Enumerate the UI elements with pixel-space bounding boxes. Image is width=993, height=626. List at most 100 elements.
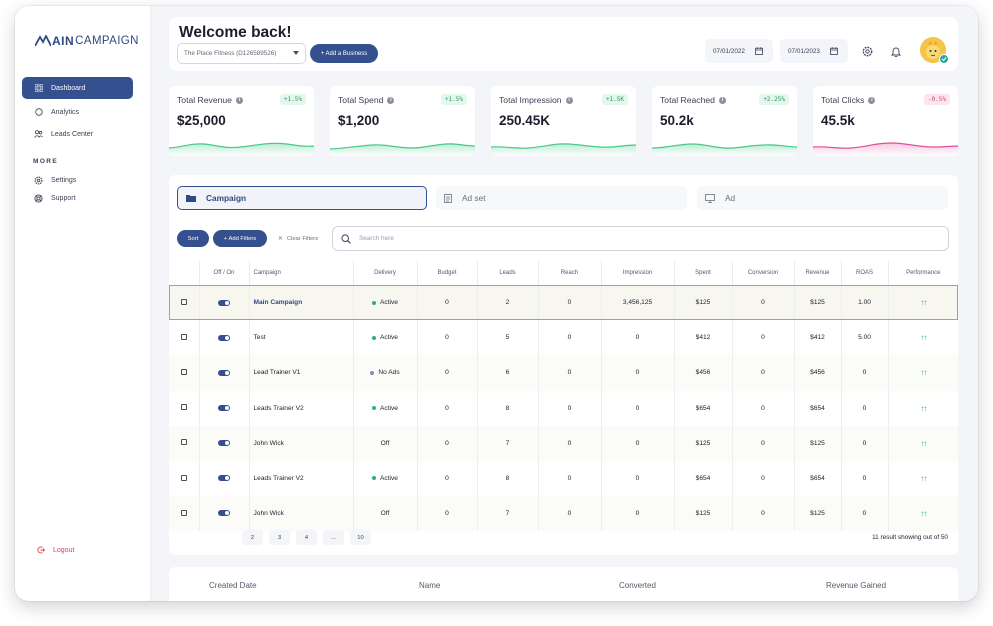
settings-icon	[34, 175, 43, 185]
business-select[interactable]: The Place Fitness (D126589526)	[177, 43, 306, 64]
page-button[interactable]: 10	[350, 530, 371, 545]
performance-cell: ↑↑	[888, 285, 958, 321]
campaign-name[interactable]: Leads Trainer V2	[249, 390, 354, 426]
info-icon[interactable]: i	[235, 96, 243, 104]
add-business-button[interactable]: + Add a Business	[310, 44, 378, 63]
add-filters-button[interactable]: + Add Filters	[213, 230, 267, 247]
logout-button[interactable]: Logout	[37, 546, 74, 554]
delivery-status: Active	[380, 404, 398, 412]
date-to-picker[interactable]: 07/01/2023	[780, 39, 848, 63]
stat-card-total-spend[interactable]: Total Spend i +1.5% $1,200	[330, 86, 475, 156]
revenue-cell: $125	[794, 285, 842, 321]
stat-card-total-impression[interactable]: Total Impression i +1.5K 250.45K	[491, 86, 636, 156]
table-row[interactable]: John Wick Off 0 7 0 0 $125 0 $125 0 ↑↑	[169, 425, 958, 461]
table-row[interactable]: John Wick Off 0 7 0 0 $125 0 $125 0 ↑↑	[169, 496, 958, 532]
row-checkbox[interactable]	[180, 333, 187, 340]
settings-button[interactable]	[858, 42, 876, 60]
trend-up-icon: ↑↑	[920, 368, 927, 378]
column-header: Spent	[674, 261, 733, 286]
campaign-name[interactable]: Lead Trainer V1	[249, 355, 354, 391]
select-all-header	[169, 261, 200, 286]
on-off-toggle[interactable]	[218, 334, 230, 341]
more-section-label: MORE	[33, 158, 59, 165]
on-off-toggle[interactable]	[218, 440, 230, 447]
sparkline	[169, 142, 314, 156]
search-icon	[341, 233, 351, 244]
row-checkbox-cell	[169, 460, 200, 497]
tab-campaign[interactable]: Campaign	[177, 186, 427, 210]
info-icon[interactable]: i	[387, 96, 395, 104]
delivery-cell: Off	[353, 496, 418, 532]
info-icon[interactable]: i	[565, 96, 573, 104]
sidebar-item-dashboard[interactable]: Dashboard	[22, 77, 133, 99]
campaign-name[interactable]: John Wick	[249, 496, 354, 532]
delivery-cell: Off	[353, 425, 418, 461]
budget-cell: 0	[417, 390, 478, 426]
info-icon[interactable]: i	[718, 96, 726, 104]
column-header: Leads	[477, 261, 539, 286]
conversion-cell: 0	[732, 320, 795, 356]
page-button[interactable]: ...	[323, 530, 344, 545]
page-button[interactable]: 3	[269, 530, 290, 545]
table-row[interactable]: Main Campaign Active 0 2 0 3,456,125 $125 0 $125…	[169, 285, 958, 321]
tab-ad[interactable]: Ad	[697, 186, 948, 210]
row-checkbox[interactable]	[180, 368, 187, 375]
page-button[interactable]: 4	[296, 530, 317, 545]
date-from-picker[interactable]: 07/01/2022	[705, 39, 773, 63]
campaign-name[interactable]: Main Campaign	[249, 285, 354, 321]
toggle-cell	[199, 320, 250, 356]
budget-cell: 0	[417, 460, 478, 497]
table-row[interactable]: Lead Trainer V1 No Ads 0 6 0 0 $456 0 $456 0 ↑↑	[169, 355, 958, 391]
search-input[interactable]: Search here	[332, 226, 949, 251]
spent-cell: $125	[674, 285, 733, 321]
reach-cell: 0	[538, 320, 602, 356]
sidebar-item-support[interactable]: Support	[22, 187, 133, 209]
sidebar-item-leads-center[interactable]: Leads Center	[22, 123, 133, 145]
campaign-name[interactable]: John Wick	[249, 425, 354, 461]
stat-card-total-clicks[interactable]: Total Clicks i -0.5% 45.5k	[813, 86, 958, 156]
on-off-toggle[interactable]	[218, 510, 230, 517]
sidebar-item-analytics[interactable]: Analytics	[22, 101, 133, 123]
logo[interactable]: AIN CAMPAIGN	[35, 34, 139, 48]
leads-cell: 8	[477, 390, 539, 426]
trend-up-icon: ↑↑	[920, 298, 927, 308]
header: Welcome back! The Place Fitness (D126589…	[169, 17, 958, 71]
info-icon[interactable]: i	[868, 96, 876, 104]
row-checkbox[interactable]	[180, 404, 187, 411]
logout-icon	[37, 546, 45, 554]
on-off-toggle[interactable]	[218, 299, 230, 306]
stat-label-wrap: Total Reached i	[660, 95, 726, 105]
stat-change-badge: +1.5%	[279, 94, 306, 105]
on-off-toggle[interactable]	[218, 369, 230, 376]
leads-cell: 5	[477, 320, 539, 356]
on-off-toggle[interactable]	[218, 475, 230, 482]
table-row[interactable]: Test Active 0 5 0 0 $412 0 $412 5.00 ↑↑	[169, 320, 958, 356]
campaign-name[interactable]: Leads Trainer V2	[249, 460, 354, 497]
roas-cell: 0	[841, 460, 889, 497]
tab-adset[interactable]: Ad set	[436, 186, 687, 210]
delivery-cell: Active	[353, 390, 418, 426]
row-checkbox-cell	[169, 390, 200, 426]
table-row[interactable]: Leads Trainer V2 Active 0 8 0 0 $654 0 $654 0 ↑↑	[169, 390, 958, 426]
stat-card-total-reached[interactable]: Total Reached i +2.25% 50.2k	[652, 86, 797, 156]
row-checkbox[interactable]	[180, 298, 187, 305]
on-off-toggle[interactable]	[218, 404, 230, 411]
calendar-icon	[830, 47, 838, 55]
row-checkbox-cell	[169, 355, 200, 391]
row-checkbox[interactable]	[180, 439, 187, 446]
sort-button[interactable]: Sort	[177, 230, 209, 247]
stat-card-total-revenue[interactable]: Total Revenue i +1.5% $25,000	[169, 86, 314, 156]
row-checkbox[interactable]	[180, 509, 187, 516]
row-checkbox-cell	[169, 425, 200, 461]
clear-filters-button[interactable]: ✕ Clear Filters	[278, 230, 318, 247]
table-row[interactable]: Leads Trainer V2 Active 0 8 0 0 $654 0 $654 0 ↑↑	[169, 460, 958, 497]
budget-cell: 0	[417, 496, 478, 532]
notifications-button[interactable]	[887, 42, 905, 60]
page-button[interactable]: 2	[242, 530, 263, 545]
delivery-status: Active	[380, 475, 398, 483]
campaign-name[interactable]: Test	[249, 320, 354, 356]
column-header: Converted	[619, 581, 656, 590]
revenue-cell: $125	[794, 496, 842, 532]
impression-cell: 0	[601, 390, 675, 426]
row-checkbox[interactable]	[180, 474, 187, 481]
